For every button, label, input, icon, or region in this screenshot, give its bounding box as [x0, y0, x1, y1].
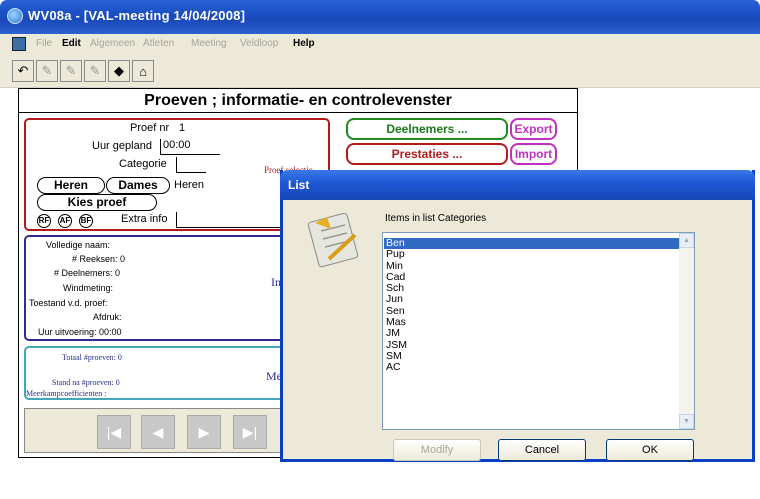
stand-label: Stand na #proeven: 0 [52, 378, 120, 387]
first-record-icon[interactable]: |◀ [97, 415, 131, 449]
deelnemers-count-label: # Deelnemers: 0 [54, 268, 121, 278]
listbox-scrollbar[interactable]: ▲ ▼ [679, 233, 694, 429]
list-item[interactable]: JSM [384, 339, 680, 351]
uur-gepland-field[interactable]: 00:00 [160, 139, 220, 155]
extra-info-field[interactable] [176, 212, 286, 228]
round-af-button[interactable]: AF [58, 214, 72, 228]
list-item[interactable]: Cad [384, 271, 680, 283]
menu-atleten[interactable]: Atleten [143, 38, 174, 49]
menubar: File Edit Algemeen Atleten Meeting Veldl… [0, 34, 760, 54]
heren-button[interactable]: Heren [37, 177, 105, 194]
tool-gray-1-icon[interactable]: ✎ [36, 60, 58, 82]
menu-veldloop[interactable]: Veldloop [240, 38, 278, 49]
dialog-title: List [288, 178, 310, 192]
scroll-up-icon[interactable]: ▲ [679, 233, 694, 248]
next-record-icon[interactable]: ▶ [187, 415, 221, 449]
dames-button[interactable]: Dames [106, 177, 170, 194]
export-button[interactable]: Export [510, 118, 557, 140]
scroll-down-icon[interactable]: ▼ [679, 414, 694, 429]
volledige-naam-label: Volledige naam: [46, 240, 111, 250]
list-item[interactable]: Ben [384, 237, 680, 250]
gender-value: Heren [174, 179, 204, 191]
print-icon[interactable]: ⌂ [132, 60, 154, 82]
uur-gepland-label: Uur gepland [92, 140, 152, 152]
meerkamp-label: Meerkampcoefficienten : [26, 389, 107, 398]
list-item[interactable]: Sch [384, 282, 680, 294]
system-menu-icon[interactable] [12, 37, 26, 51]
list-item[interactable]: Mas [384, 316, 680, 328]
menu-algemeen[interactable]: Algemeen [90, 38, 135, 49]
uur-gepland-value: 00:00 [163, 139, 191, 151]
round-rf-button[interactable]: RF [37, 214, 51, 228]
afdruk-label: Afdruk: [93, 312, 122, 322]
uur-uitvoering-label: Uur uitvoering: 00:00 [38, 327, 122, 337]
menu-file[interactable]: File [36, 38, 52, 49]
dialog-titlebar[interactable]: List [280, 170, 755, 200]
windmeting-label: Windmeting: [63, 283, 114, 293]
page-title: Proeven ; informatie- en controlevenster [18, 88, 578, 113]
list-item[interactable]: Sen [384, 305, 680, 317]
proef-nr-label: Proef nr [130, 122, 170, 134]
totaal-label: Totaal #proeven: 0 [62, 353, 122, 362]
toolbar: ↶ ✎ ✎ ✎ ◆ ⌂ [0, 54, 760, 88]
menu-edit[interactable]: Edit [62, 38, 81, 49]
list-item[interactable]: JM [384, 328, 680, 340]
list-item[interactable]: Pup [384, 248, 680, 260]
categorie-field[interactable] [176, 157, 206, 173]
menu-meeting[interactable]: Meeting [191, 38, 227, 49]
tool-gray-2-icon[interactable]: ✎ [60, 60, 82, 82]
import-button[interactable]: Import [510, 143, 557, 165]
cancel-button[interactable]: Cancel [498, 439, 586, 461]
undo-icon[interactable]: ↶ [12, 60, 34, 82]
ok-button[interactable]: OK [606, 439, 694, 461]
categorie-label: Categorie [119, 158, 167, 170]
list-item[interactable]: AC [384, 361, 680, 373]
categories-listbox[interactable]: Ben Pup Min Cad Sch Jun Sen Mas JM JSM S… [382, 232, 695, 430]
kies-proef-button[interactable]: Kies proef [37, 194, 157, 211]
extra-info-label: Extra info [121, 213, 168, 225]
previous-record-icon[interactable]: ◀ [141, 415, 175, 449]
list-item[interactable]: Jun [384, 294, 680, 306]
window-titlebar[interactable]: WV08a - [VAL-meeting 14/04/2008] [0, 0, 760, 34]
eraser-icon[interactable]: ◆ [108, 60, 130, 82]
deelnemers-button[interactable]: Deelnemers ... [346, 118, 508, 140]
notepad-icon [307, 212, 362, 268]
last-record-icon[interactable]: ▶| [233, 415, 267, 449]
proef-nr-value: 1 [179, 122, 186, 134]
list-label: Items in list Categories [385, 213, 487, 224]
tool-gray-3-icon[interactable]: ✎ [84, 60, 106, 82]
app-icon [7, 8, 23, 24]
modify-button[interactable]: Modify [393, 439, 481, 461]
prestaties-button[interactable]: Prestaties ... [346, 143, 508, 165]
menu-help[interactable]: Help [293, 38, 315, 49]
round-bf-button[interactable]: BF [79, 214, 93, 228]
window-title: WV08a - [VAL-meeting 14/04/2008] [28, 8, 246, 23]
list-item[interactable]: Min [384, 260, 680, 272]
reeksen-label: # Reeksen: 0 [72, 254, 126, 264]
list-item[interactable]: SM [384, 350, 680, 362]
toestand-label: Toestand v.d. proef: [29, 298, 108, 308]
